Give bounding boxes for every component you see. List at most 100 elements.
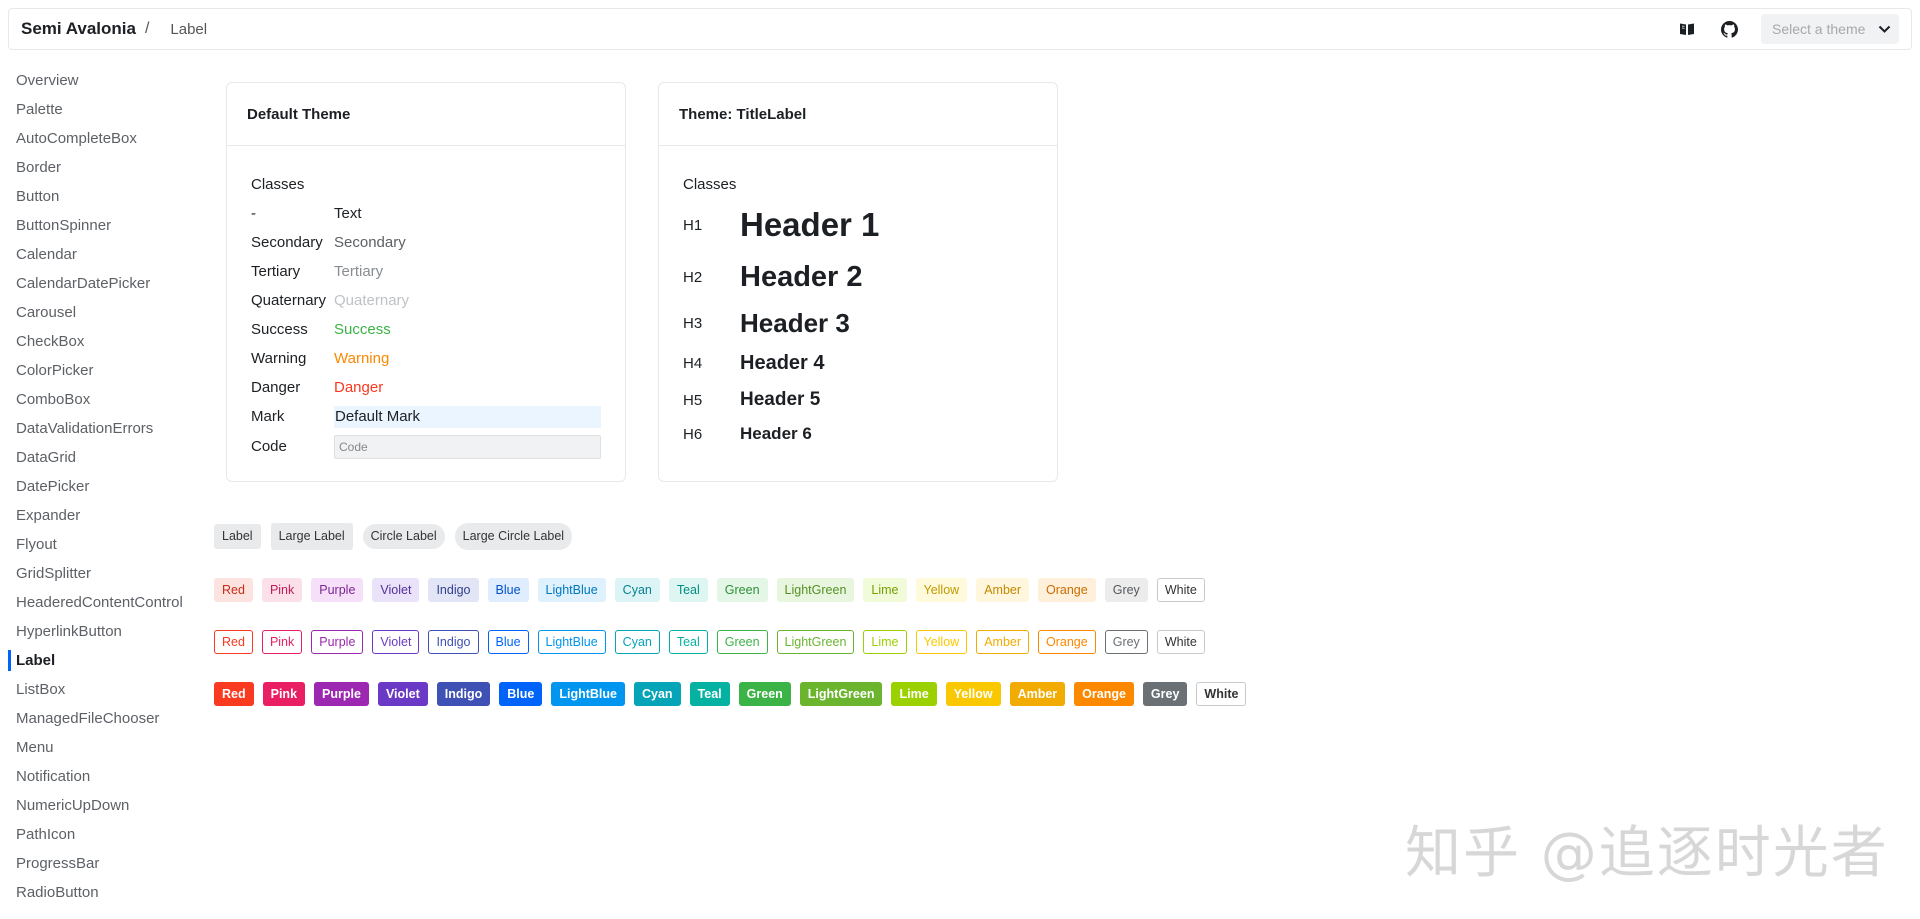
sidebar-item-pathicon[interactable]: PathIcon [8, 820, 188, 849]
outline-label-blue: Blue [487, 630, 529, 654]
code-row: Code Code [251, 431, 601, 462]
class-name: Secondary [251, 234, 323, 251]
sidebar-item-calendar[interactable]: Calendar [8, 240, 188, 269]
sidebar-item-checkbox[interactable]: CheckBox [8, 327, 188, 356]
sidebar-item-expander[interactable]: Expander [8, 501, 188, 530]
sidebar-item-managedfilechooser[interactable]: ManagedFileChooser [8, 704, 188, 733]
title-label-h6: Header 6 [740, 424, 812, 443]
solid-label-green: Green [738, 682, 791, 706]
header-row: H3 Header 3 [683, 303, 1033, 343]
header-row: H5 Header 5 [683, 383, 1033, 417]
sidebar-item-radiobutton[interactable]: RadioButton [8, 878, 188, 907]
sidebar-item-autocompletebox[interactable]: AutoCompleteBox [8, 124, 188, 153]
class-name: Success [251, 321, 308, 338]
outline-label-pink: Pink [261, 630, 303, 654]
outline-label-white: White [1156, 630, 1205, 654]
outline-label-yellow: Yellow [915, 630, 968, 654]
theme-select[interactable]: Select a theme [1761, 14, 1899, 44]
light-label-white: White [1156, 578, 1205, 602]
class-row: Secondary Secondary [251, 228, 601, 257]
light-label-indigo: Indigo [428, 578, 479, 602]
outline-label-green: Green [716, 630, 768, 654]
sidebar-item-numericupdown[interactable]: NumericUpDown [8, 791, 188, 820]
header-row: H1 Header 1 [683, 199, 1033, 251]
title-label-h5: Header 5 [740, 389, 821, 410]
top-bar: Semi Avalonia / Label Select a theme [8, 8, 1912, 50]
sidebar-item-datepicker[interactable]: DatePicker [8, 472, 188, 501]
light-label-red: Red [214, 578, 253, 602]
outline-label-red: Red [214, 630, 253, 654]
header-level: H5 [683, 391, 703, 409]
default-theme-card: Default Theme Classes - Text Secondary Seco… [226, 82, 626, 482]
class-row: Warning Warning [251, 344, 601, 373]
github-icon[interactable] [1719, 19, 1739, 39]
solid-label-grey: Grey [1142, 682, 1188, 706]
solid-label-cyan: Cyan [633, 682, 681, 706]
sidebar-item-label[interactable]: Label [8, 646, 188, 675]
light-label-cyan: Cyan [614, 578, 660, 602]
class-row: Quaternary Quaternary [251, 286, 601, 315]
class-row: Danger Danger [251, 373, 601, 402]
sidebar-item-notification[interactable]: Notification [8, 762, 188, 791]
class-row: Tertiary Tertiary [251, 257, 601, 286]
sidebar-item-carousel[interactable]: Carousel [8, 298, 188, 327]
outline-label-amber: Amber [976, 630, 1030, 654]
sidebar-nav: Overview Palette AutoCompleteBox Border Butt… [8, 66, 188, 907]
mark-class-label: Mark [251, 408, 285, 425]
class-name: Tertiary [251, 263, 301, 280]
sidebar-item-menu[interactable]: Menu [8, 733, 188, 762]
label-large: Large Label [270, 523, 353, 550]
light-label-purple: Purple [311, 578, 364, 602]
sidebar-item-colorpicker[interactable]: ColorPicker [8, 356, 188, 385]
sidebar-item-buttonspinner[interactable]: ButtonSpinner [8, 211, 188, 240]
sidebar-item-listbox[interactable]: ListBox [8, 675, 188, 704]
watermark: 知乎 @追逐时光者 [1405, 821, 1889, 886]
light-label-lightblue: LightBlue [537, 578, 606, 602]
class-row: - Text [251, 199, 601, 228]
sidebar-item-overview[interactable]: Overview [8, 66, 188, 95]
solid-label-pink: Pink [262, 682, 306, 706]
sidebar-item-button[interactable]: Button [8, 182, 188, 211]
breadcrumb-current: Label [170, 20, 208, 38]
solid-label-purple: Purple [314, 682, 369, 706]
class-sample: Text [334, 205, 362, 222]
header-level: H3 [683, 314, 703, 332]
breadcrumb-separator: / [144, 20, 150, 37]
sidebar-item-datavalidationerrors[interactable]: DataValidationErrors [8, 414, 188, 443]
light-label-amber: Amber [976, 578, 1030, 602]
classes-title: Classes [251, 176, 305, 193]
sidebar-item-hyperlinkbutton[interactable]: HyperlinkButton [8, 617, 188, 646]
mark-row: Mark Default Mark [251, 402, 601, 431]
sidebar-item-headeredcontentcontrol[interactable]: HeaderedContentControl [8, 588, 188, 617]
book-icon[interactable] [1677, 19, 1697, 39]
sidebar-item-datagrid[interactable]: DataGrid [8, 443, 188, 472]
light-label-orange: Orange [1038, 578, 1096, 602]
code-label: Code [334, 434, 601, 459]
app-title[interactable]: Semi Avalonia [21, 19, 136, 39]
card-title: Default Theme [227, 83, 625, 146]
class-row: Success Success [251, 315, 601, 344]
header-level: H2 [683, 268, 703, 286]
header-row: H2 Header 2 [683, 251, 1033, 303]
sidebar-item-flyout[interactable]: Flyout [8, 530, 188, 559]
title-label-h2: Header 2 [740, 260, 863, 293]
solid-label-white: White [1196, 682, 1247, 706]
class-sample: Success [334, 321, 391, 338]
light-label-violet: Violet [372, 578, 420, 602]
light-label-grey: Grey [1104, 578, 1148, 602]
solid-label-lightgreen: LightGreen [799, 682, 883, 706]
sidebar-item-combobox[interactable]: ComboBox [8, 385, 188, 414]
title-label-h3: Header 3 [740, 307, 850, 338]
outline-label-lightblue: LightBlue [537, 630, 606, 654]
title-label-h4: Header 4 [740, 351, 825, 374]
sidebar-item-border[interactable]: Border [8, 153, 188, 182]
class-sample: Quaternary [334, 292, 410, 309]
solid-label-amber: Amber [1009, 682, 1066, 706]
chevron-down-icon [1878, 21, 1891, 37]
class-sample: Secondary [334, 234, 406, 251]
sidebar-item-calendardatepicker[interactable]: CalendarDatePicker [8, 269, 188, 298]
sidebar-item-progressbar[interactable]: ProgressBar [8, 849, 188, 878]
header-row: H4 Header 4 [683, 343, 1033, 383]
sidebar-item-palette[interactable]: Palette [8, 95, 188, 124]
sidebar-item-gridsplitter[interactable]: GridSplitter [8, 559, 188, 588]
